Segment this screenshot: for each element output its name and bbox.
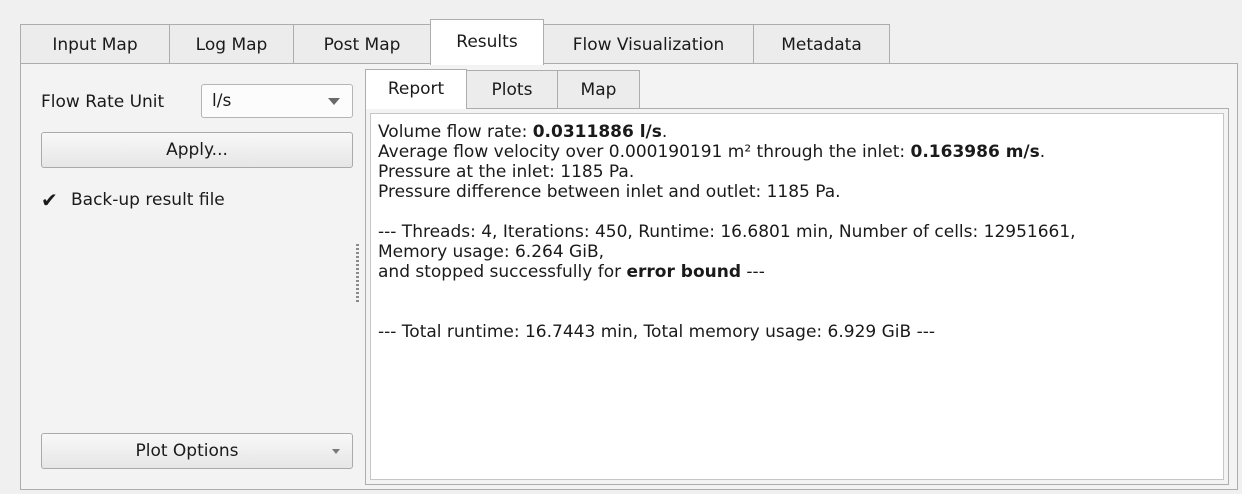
volume-flow-rate-value: 0.0311886 l/s xyxy=(532,122,662,142)
tab-plots[interactable]: Plots xyxy=(467,70,557,108)
flow-rate-unit-label: Flow Rate Unit xyxy=(41,92,165,112)
report-text-area[interactable]: Volume flow rate: 0.0311886 l/s. Average… xyxy=(370,113,1224,480)
plot-options-label: Plot Options xyxy=(135,441,239,461)
checkmark-icon[interactable]: ✔ xyxy=(41,190,61,210)
tab-log-map[interactable]: Log Map xyxy=(169,24,293,64)
pressure-difference-line: Pressure difference between inlet and ou… xyxy=(378,182,841,202)
stop-reason-value: error bound xyxy=(626,262,742,282)
plot-options-button[interactable]: Plot Options xyxy=(41,433,353,469)
tab-input-map[interactable]: Input Map xyxy=(20,24,169,64)
threads-line: --- Threads: 4, Iterations: 450, Runtime… xyxy=(378,222,1076,242)
report-tab-bar: Report Plots Map xyxy=(365,68,640,109)
stop-reason-line: and stopped successfully for error bound… xyxy=(378,262,765,282)
backup-result-label: Back-up result file xyxy=(71,190,225,210)
volume-flow-rate-line: Volume flow rate: 0.0311886 l/s. xyxy=(378,122,668,142)
report-frame: Volume flow rate: 0.0311886 l/s. Average… xyxy=(365,108,1229,485)
backup-result-checkbox[interactable]: ✔ Back-up result file xyxy=(41,190,225,210)
apply-button[interactable]: Apply... xyxy=(41,132,353,168)
tab-map[interactable]: Map xyxy=(557,70,640,108)
tab-metadata[interactable]: Metadata xyxy=(753,24,890,64)
inlet-pressure-line: Pressure at the inlet: 1185 Pa. xyxy=(378,162,635,182)
left-options-panel: Flow Rate Unit l/s Apply... ✔ Back-up re… xyxy=(21,64,353,489)
memory-usage-line: Memory usage: 6.264 GiB, xyxy=(378,242,605,262)
splitter-handle[interactable] xyxy=(356,244,359,304)
tab-report[interactable]: Report xyxy=(365,69,467,109)
tab-post-map[interactable]: Post Map xyxy=(293,24,430,64)
average-velocity-line: Average flow velocity over 0.000190191 m… xyxy=(378,142,1046,162)
dropdown-arrow-icon xyxy=(332,449,340,454)
flow-rate-unit-select[interactable]: l/s xyxy=(201,84,353,118)
tab-flow-visualization[interactable]: Flow Visualization xyxy=(544,24,753,64)
results-panel: Flow Rate Unit l/s Apply... ✔ Back-up re… xyxy=(20,63,1238,490)
average-velocity-value: 0.163986 m/s xyxy=(910,142,1040,162)
main-tab-bar: Input Map Log Map Post Map Results Flow … xyxy=(20,19,890,65)
tab-results[interactable]: Results xyxy=(430,19,544,65)
chevron-down-icon xyxy=(328,98,340,105)
flow-rate-unit-value: l/s xyxy=(212,91,232,111)
total-runtime-line: --- Total runtime: 16.7443 min, Total me… xyxy=(378,322,935,342)
